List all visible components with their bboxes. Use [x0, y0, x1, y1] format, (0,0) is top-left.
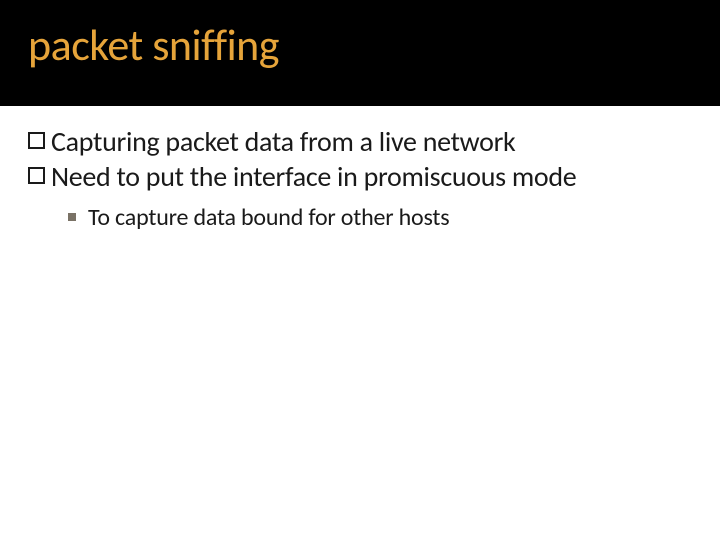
square-bullet-icon — [28, 167, 45, 184]
slide-title-bar: packet sniffing — [0, 0, 720, 106]
bullet-item: Capturing packet data from a live networ… — [28, 124, 692, 159]
square-bullet-icon — [28, 132, 45, 149]
slide-body: Capturing packet data from a live networ… — [0, 106, 720, 233]
bullet-text: Need to put the interface in promiscuous… — [51, 159, 692, 194]
sub-bullet-item: To capture data bound for other hosts — [28, 202, 692, 233]
bullet-text: Capturing packet data from a live networ… — [51, 124, 692, 159]
sub-bullet-text: To capture data bound for other hosts — [88, 202, 692, 233]
mini-square-bullet-icon — [68, 213, 76, 221]
bullet-item: Need to put the interface in promiscuous… — [28, 159, 692, 194]
slide-title: packet sniffing — [28, 18, 720, 72]
